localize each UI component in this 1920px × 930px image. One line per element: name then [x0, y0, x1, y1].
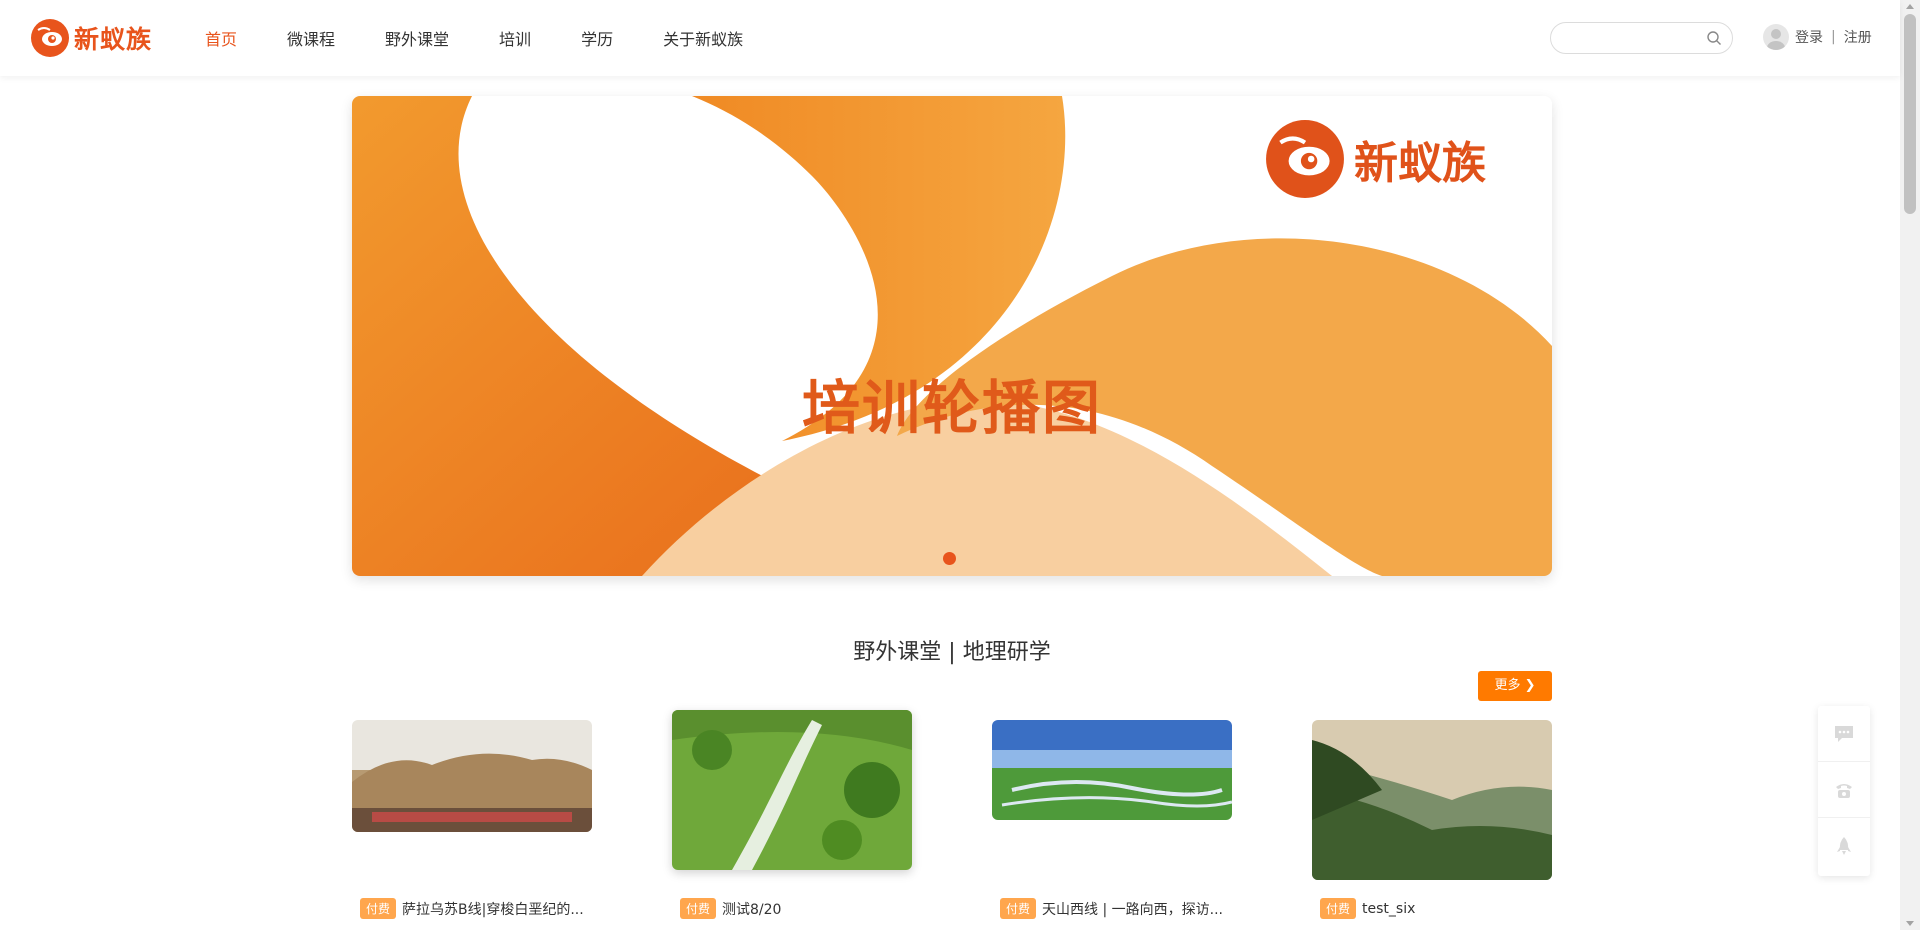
float-message[interactable] — [1818, 706, 1870, 762]
carousel-dot[interactable] — [943, 552, 956, 565]
phone-icon — [1836, 783, 1852, 798]
paid-badge: 付费 — [360, 898, 397, 919]
card-info: 付费 萨拉乌苏B线|穿梭白垩纪的... — [360, 898, 584, 919]
message-icon — [1835, 725, 1853, 742]
user-icon — [1767, 29, 1785, 50]
card-photo — [672, 710, 912, 870]
ant-logo-icon — [31, 19, 69, 57]
card-title[interactable]: 天山西线 | 一路向西，探访... — [1042, 899, 1223, 919]
carousel-banner[interactable]: 新蚁族 培训轮播图 — [352, 96, 1552, 576]
course-card[interactable]: 付费 天山西线 | 一路向西，探访... — [992, 720, 1232, 919]
site-logo[interactable]: 新蚁族 — [30, 17, 152, 59]
nav-field-class[interactable]: 野外课堂 — [385, 26, 449, 50]
card-image[interactable] — [1312, 720, 1552, 880]
card-image[interactable] — [352, 720, 592, 832]
paid-badge: 付费 — [1000, 898, 1037, 919]
paid-badge: 付费 — [680, 898, 717, 919]
course-card[interactable]: 付费 测试8/20 — [672, 710, 912, 919]
ant-logo-icon — [1266, 120, 1344, 198]
search-box — [1550, 22, 1733, 54]
banner-logo: 新蚁族 — [1264, 118, 1486, 200]
banner-logo-text: 新蚁族 — [1354, 138, 1486, 189]
scrollbar-thumb[interactable] — [1904, 14, 1916, 214]
search-icon[interactable] — [1706, 30, 1722, 46]
section-title: 野外课堂 | 地理研学 — [853, 640, 1051, 665]
user-area: 登录 | 注册 — [1763, 24, 1872, 50]
paid-badge: 付费 — [1320, 898, 1357, 919]
course-card[interactable]: 付费 test_six — [1312, 720, 1552, 919]
search-input[interactable] — [1565, 23, 1705, 53]
scroll-up-icon[interactable] — [1906, 4, 1914, 9]
main-nav: 首页 微课程 野外课堂 培训 学历 关于新蚁族 — [205, 0, 793, 76]
card-title[interactable]: test_six — [1362, 901, 1415, 917]
register-link[interactable]: 注册 — [1844, 27, 1872, 47]
login-link[interactable]: 登录 — [1795, 27, 1823, 47]
separator: | — [1831, 29, 1836, 45]
scroll-down-icon[interactable] — [1906, 921, 1914, 926]
site-header: 新蚁族 首页 微课程 野外课堂 培训 学历 关于新蚁族 登录 | 注册 — [0, 0, 1900, 76]
card-photo — [352, 720, 592, 832]
nav-education[interactable]: 学历 — [581, 26, 613, 50]
nav-home[interactable]: 首页 — [205, 26, 237, 50]
nav-micro-course[interactable]: 微课程 — [287, 26, 335, 50]
banner-title: 培训轮播图 — [801, 374, 1102, 442]
course-card[interactable]: 付费 萨拉乌苏B线|穿梭白垩纪的... — [352, 720, 592, 919]
card-image[interactable] — [672, 710, 912, 870]
card-title[interactable]: 萨拉乌苏B线|穿梭白垩纪的... — [402, 899, 584, 919]
page-scrollbar[interactable] — [1900, 0, 1920, 930]
card-info: 付费 天山西线 | 一路向西，探访... — [1000, 898, 1223, 919]
card-photo — [992, 720, 1232, 820]
card-photo — [1312, 720, 1552, 880]
card-image[interactable] — [992, 720, 1232, 820]
card-info: 付费 test_six — [1320, 898, 1415, 919]
rocket-icon — [1837, 837, 1851, 855]
card-info: 付费 测试8/20 — [680, 898, 781, 919]
nav-about[interactable]: 关于新蚁族 — [663, 26, 743, 50]
avatar[interactable] — [1763, 24, 1789, 50]
float-toolbar — [1818, 706, 1870, 876]
float-phone[interactable] — [1818, 762, 1870, 818]
card-title[interactable]: 测试8/20 — [722, 899, 781, 919]
more-button[interactable]: 更多 ❯ — [1478, 671, 1552, 701]
float-back-to-top[interactable] — [1818, 818, 1870, 874]
logo-text: 新蚁族 — [74, 25, 153, 54]
nav-training[interactable]: 培训 — [499, 26, 531, 50]
